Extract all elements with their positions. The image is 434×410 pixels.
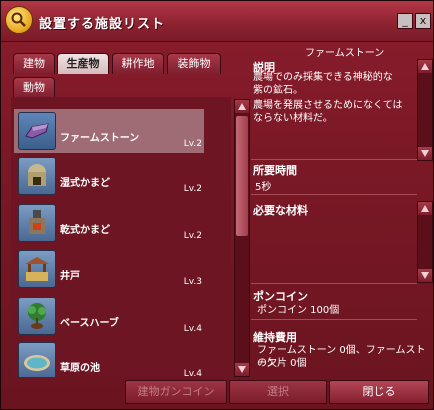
divider [251, 283, 417, 284]
coin-value: ポンコイン 100個 [257, 305, 340, 316]
tab-farmland[interactable]: 耕作地 [112, 53, 164, 74]
well-icon [18, 250, 56, 288]
list-item-level: Lv.2 [183, 231, 202, 241]
tab-buildings[interactable]: 建物 [13, 53, 55, 74]
list-item-level: Lv.2 [183, 184, 202, 194]
tab-products[interactable]: 生産物 [57, 53, 109, 74]
scroll-up-icon[interactable] [418, 202, 432, 215]
list-item-name: 草原の池 [60, 363, 100, 374]
description-line: 紫の鉱石。 [253, 85, 303, 96]
wet-kiln-icon [18, 157, 56, 195]
time-label: 所要時間 [253, 164, 297, 177]
base-herb-icon [18, 297, 56, 335]
divider [251, 159, 417, 160]
window-title: 設置する施設リスト [39, 17, 166, 32]
description-scrollbar[interactable] [417, 59, 433, 161]
close-button[interactable]: 閉じる [329, 380, 429, 404]
scroll-thumb[interactable] [236, 116, 248, 236]
scroll-up-icon[interactable] [235, 100, 249, 113]
title-bar[interactable]: 設置する施設リスト _ x [1, 1, 433, 42]
divider [251, 194, 417, 195]
description-line: ならない材料だ。 [253, 113, 333, 124]
list-item-level: Lv.2 [183, 139, 202, 149]
list-item-name: 井戸 [60, 271, 80, 282]
materials-scrollbar[interactable] [417, 201, 433, 283]
list-item-level: Lv.4 [183, 324, 202, 334]
detail-item-name: ファームストーン [305, 48, 385, 59]
facility-list-window: 設置する施設リスト _ x 建物 生産物 耕作地 装飾物 動物 ファームストーン… [0, 0, 434, 410]
facility-list: ファームストーン Lv.2 湿式かまど Lv.2 乾式かまど Lv.2 井戸 L… [11, 97, 231, 377]
list-item[interactable]: 草原の池 Lv.4 [14, 339, 204, 377]
list-item[interactable]: ベースハーブ Lv.4 [14, 294, 204, 338]
list-item[interactable]: 乾式かまど Lv.2 [14, 201, 204, 245]
description-line: 農場を発展させるためになくては [253, 100, 403, 111]
tab-decorations[interactable]: 装飾物 [167, 53, 221, 74]
list-item-name: ベースハーブ [60, 318, 119, 329]
divider [251, 319, 417, 320]
scroll-up-icon[interactable] [418, 60, 432, 73]
list-item[interactable]: ファームストーン Lv.2 [14, 109, 204, 153]
list-item[interactable]: 湿式かまど Lv.2 [14, 154, 204, 198]
list-item-level: Lv.3 [183, 277, 202, 287]
search-icon [5, 6, 33, 34]
description-box: 農場でのみ採集できる神秘的な 紫の鉱石。 農場を発展させるためになくては ならな… [251, 71, 417, 159]
upkeep-value-line: の欠片 0個 [257, 358, 307, 369]
dry-kiln-icon [18, 204, 56, 242]
select-button[interactable]: 選択 [229, 380, 327, 404]
install-coin-button[interactable]: 建物ガンコイン [125, 380, 227, 404]
list-item-name: ファームストーン [60, 133, 140, 144]
scroll-down-icon[interactable] [418, 269, 432, 282]
minimize-button[interactable]: _ [397, 13, 413, 29]
description-line: 農場でのみ採集できる神秘的な [253, 72, 393, 83]
scroll-down-icon[interactable] [235, 363, 249, 376]
list-item-level: Lv.4 [183, 369, 202, 377]
list-item-name: 湿式かまど [60, 178, 110, 189]
farm-stone-icon [18, 112, 56, 150]
scroll-down-icon[interactable] [418, 147, 432, 160]
list-item-name: 乾式かまど [60, 225, 110, 236]
close-x-button[interactable]: x [415, 13, 431, 29]
list-item[interactable]: 井戸 Lv.3 [14, 247, 204, 291]
upkeep-label: 維持費用 [253, 331, 297, 344]
tab-animals[interactable]: 動物 [13, 77, 55, 98]
meadow-pond-icon [18, 342, 56, 377]
time-value: 5秒 [255, 182, 272, 193]
list-scrollbar[interactable] [234, 99, 250, 377]
materials-label: 必要な材料 [253, 204, 308, 217]
